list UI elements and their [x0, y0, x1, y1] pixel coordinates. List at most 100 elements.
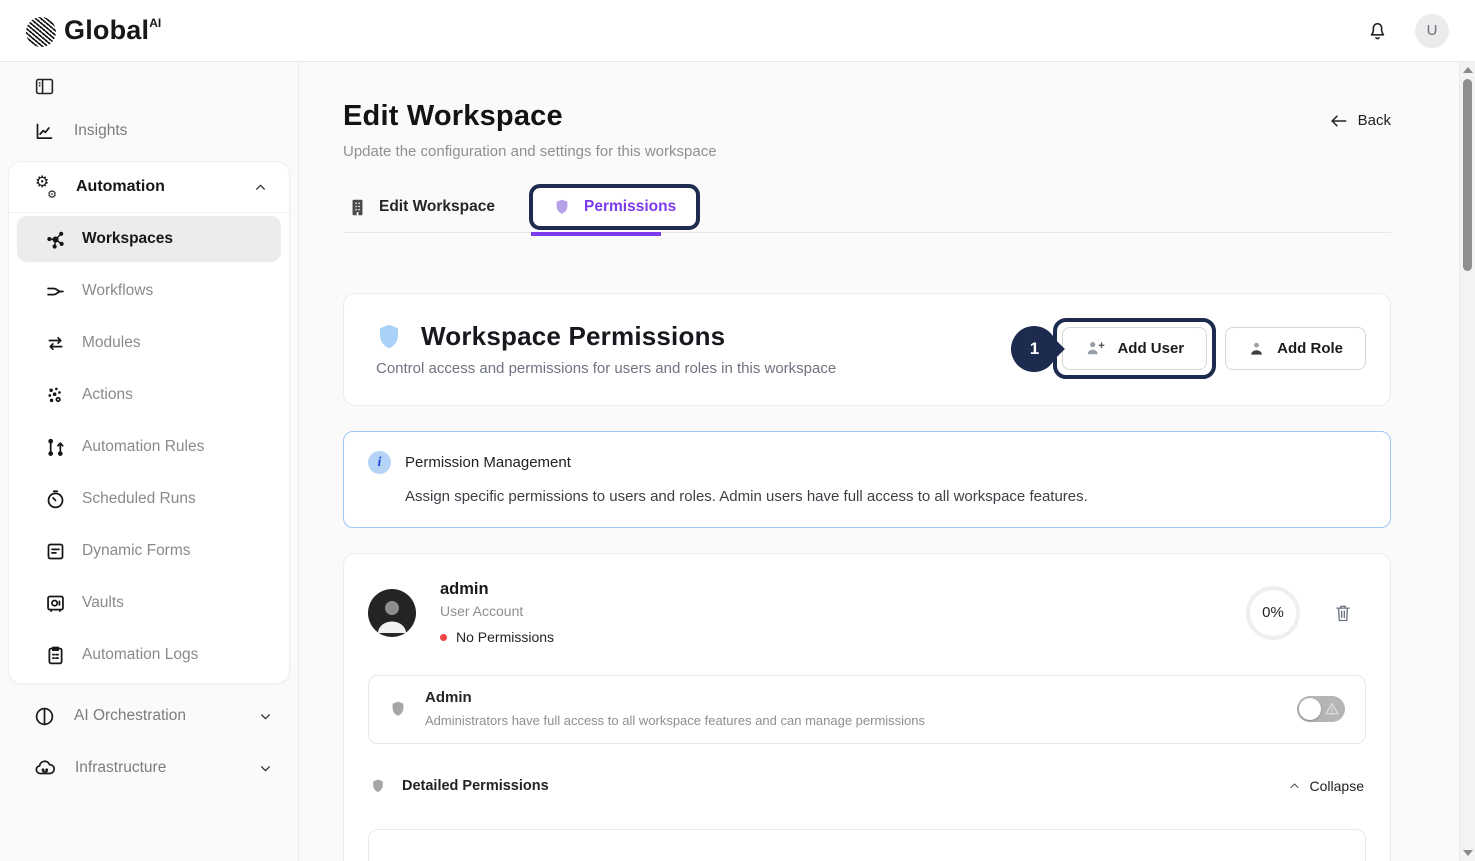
- chevron-down-icon: [259, 762, 272, 775]
- shield-blue-icon: [374, 321, 404, 353]
- sidebar-item-label: Workflows: [82, 282, 153, 300]
- sidebar-item-dynamic-forms[interactable]: Dynamic Forms: [9, 525, 289, 577]
- status-dot: [440, 634, 447, 641]
- section-subtitle: Control access and permissions for users…: [376, 360, 836, 377]
- shield-gray-icon: [389, 699, 407, 719]
- arrow-left-icon: [1329, 113, 1348, 129]
- admin-permission-toggle[interactable]: [1297, 696, 1345, 722]
- tab-label: Permissions: [584, 198, 676, 216]
- admin-permission-row: Admin Administrators have full access to…: [368, 675, 1366, 744]
- chevron-up-icon: [254, 181, 267, 194]
- permission-title: Admin: [425, 689, 925, 706]
- shield-gray-icon: [370, 777, 386, 795]
- sidebar-item-actions[interactable]: Actions: [9, 369, 289, 421]
- page-title: Edit Workspace: [343, 100, 563, 133]
- sidebar-item-label: AI Orchestration: [74, 707, 186, 725]
- brand-name: Global: [64, 15, 149, 46]
- brand-logo: Global AI: [26, 15, 161, 47]
- trash-icon: [1334, 603, 1352, 623]
- collapse-button[interactable]: Collapse: [1288, 778, 1364, 794]
- scheduled-runs-timer-icon: [45, 489, 66, 510]
- button-label: Add Role: [1277, 340, 1343, 357]
- sidebar-item-label: Vaults: [82, 594, 124, 612]
- scrollbar-thumb[interactable]: [1463, 79, 1472, 271]
- infrastructure-cloud-icon: [34, 757, 56, 779]
- ai-orchestration-icon: [34, 706, 55, 727]
- add-role-button[interactable]: Add Role: [1225, 327, 1366, 370]
- bell-icon: [1366, 19, 1389, 42]
- annotation-highlight-box: Permissions: [529, 184, 700, 230]
- workflows-icon: [45, 281, 66, 302]
- automation-logs-clipboard-icon: [45, 645, 66, 666]
- tab-label: Edit Workspace: [379, 198, 495, 216]
- back-label: Back: [1358, 112, 1391, 129]
- user-plus-icon: [1085, 340, 1105, 357]
- add-user-button[interactable]: Add User: [1062, 327, 1207, 370]
- warning-triangle-icon: [1325, 702, 1339, 715]
- sidebar-item-automation[interactable]: ⚙⚙ Automation: [9, 162, 289, 213]
- topbar-actions: U: [1366, 14, 1449, 48]
- actions-cluster-icon: [45, 385, 66, 406]
- button-label: Add User: [1117, 340, 1184, 357]
- tab-divider: [343, 232, 1391, 233]
- sidebar-item-modules[interactable]: Modules: [9, 317, 289, 369]
- sidebar-item-vaults[interactable]: Vaults: [9, 577, 289, 629]
- back-button[interactable]: Back: [1329, 112, 1391, 129]
- section-title: Workspace Permissions: [421, 321, 725, 352]
- insights-chart-icon: [34, 121, 55, 142]
- panel-left-icon: [34, 76, 55, 97]
- sidebar-item-label: Infrastructure: [75, 759, 166, 777]
- shield-icon: [553, 197, 571, 217]
- vaults-safe-icon: [45, 593, 66, 614]
- automation-rules-icon: [45, 437, 66, 458]
- permission-progress-ring: 0%: [1246, 586, 1300, 640]
- sidebar-item-workflows[interactable]: Workflows: [9, 265, 289, 317]
- sidebar-collapse-button[interactable]: [34, 76, 55, 97]
- user-account-avatar: [368, 589, 416, 637]
- page-subtitle: Update the configuration and settings fo…: [343, 143, 1391, 160]
- modules-swap-icon: [45, 333, 66, 354]
- scroll-down-arrow[interactable]: [1463, 850, 1473, 856]
- chevron-down-icon: [259, 710, 272, 723]
- annotation-step-badge: 1: [1011, 326, 1057, 372]
- sidebar-item-label: Actions: [82, 386, 133, 404]
- building-icon: [349, 198, 366, 217]
- status-text: No Permissions: [456, 629, 554, 645]
- sidebar-item-infrastructure[interactable]: Infrastructure: [0, 742, 298, 794]
- sidebar-group-automation: ⚙⚙ Automation Workspaces: [8, 161, 290, 684]
- sidebar-item-ai-orchestration[interactable]: AI Orchestration: [0, 690, 298, 742]
- toggle-knob: [1299, 698, 1321, 720]
- sidebar: Insights ⚙⚙ Automation: [0, 62, 299, 861]
- sidebar-item-workspaces[interactable]: Workspaces: [17, 216, 281, 262]
- sidebar-item-label: Scheduled Runs: [82, 490, 196, 508]
- scroll-up-arrow[interactable]: [1463, 67, 1473, 73]
- sidebar-item-insights[interactable]: Insights: [0, 105, 298, 157]
- gears-icon: ⚙⚙: [35, 176, 57, 198]
- workspaces-hub-icon: [45, 229, 66, 250]
- user-permission-card: admin User Account No Permissions 0%: [343, 553, 1391, 861]
- main-content: Edit Workspace Back Update the configura…: [299, 62, 1459, 861]
- sidebar-item-label: Dynamic Forms: [82, 542, 191, 560]
- sidebar-item-scheduled-runs[interactable]: Scheduled Runs: [9, 473, 289, 525]
- permission-management-info-box: i Permission Management Assign specific …: [343, 431, 1391, 528]
- sidebar-item-automation-rules[interactable]: Automation Rules: [9, 421, 289, 473]
- notifications-button[interactable]: [1366, 19, 1389, 42]
- user-avatar[interactable]: U: [1415, 14, 1449, 48]
- collapse-label: Collapse: [1310, 778, 1364, 794]
- active-tab-underline: [531, 232, 661, 236]
- tab-permissions[interactable]: Permissions: [547, 197, 682, 217]
- annotation-highlight-box: Add User: [1053, 318, 1216, 379]
- brand-suffix: AI: [149, 16, 161, 30]
- info-icon: i: [368, 451, 391, 474]
- user-account-type: User Account: [440, 603, 554, 619]
- info-text: Assign specific permissions to users and…: [405, 488, 1366, 505]
- user-role-icon: [1248, 340, 1265, 358]
- detailed-permissions-label: Detailed Permissions: [402, 778, 549, 794]
- user-name: admin: [440, 580, 554, 599]
- tab-edit-workspace[interactable]: Edit Workspace: [343, 198, 501, 217]
- sidebar-item-label: Modules: [82, 334, 141, 352]
- sidebar-item-automation-logs[interactable]: Automation Logs: [9, 629, 289, 681]
- delete-user-button[interactable]: [1334, 603, 1352, 623]
- permission-description: Administrators have full access to all w…: [425, 713, 925, 728]
- sidebar-item-label: Workspaces: [82, 230, 173, 248]
